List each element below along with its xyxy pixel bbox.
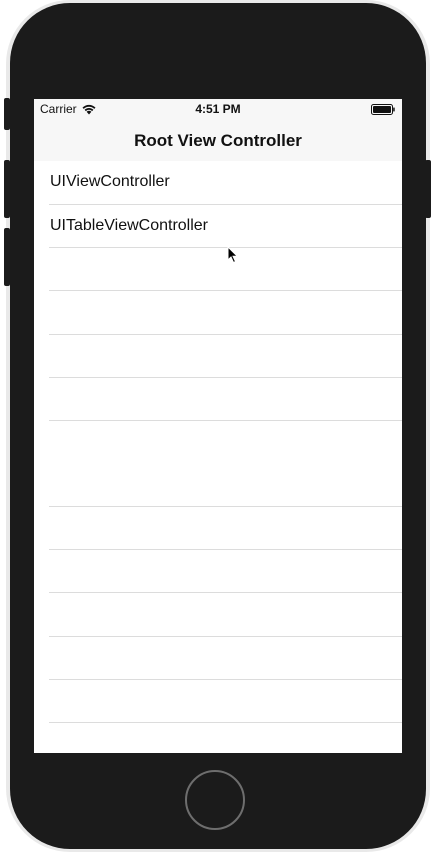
status-time: 4:51 PM <box>195 102 241 116</box>
row-label: UITableViewController <box>50 217 208 234</box>
volume-down-button <box>4 228 10 286</box>
device-frame: Carrier 4:51 PM Root View Controller UIV… <box>0 0 433 854</box>
table-row[interactable]: UIViewController <box>34 161 402 204</box>
row-separator <box>49 722 402 723</box>
table-view[interactable]: UIViewController UITableViewController <box>34 161 402 753</box>
row-separator <box>49 506 402 507</box>
row-label: UIViewController <box>50 173 170 190</box>
row-separator <box>49 290 402 291</box>
row-separator <box>49 247 402 248</box>
home-button[interactable] <box>185 770 245 830</box>
row-separator <box>49 420 402 421</box>
nav-title: Root View Controller <box>134 131 302 150</box>
row-separator <box>49 592 402 593</box>
row-separator <box>49 549 402 550</box>
mouse-pointer-icon <box>227 246 239 264</box>
power-button <box>425 160 431 218</box>
row-separator <box>49 377 402 378</box>
table-row[interactable]: UITableViewController <box>34 205 402 248</box>
battery-icon <box>371 104 395 115</box>
mute-switch <box>4 98 10 130</box>
row-separator <box>49 679 402 680</box>
status-bar: Carrier 4:51 PM <box>34 99 402 119</box>
row-separator <box>49 636 402 637</box>
device-screen: Carrier 4:51 PM Root View Controller UIV… <box>34 99 402 753</box>
navigation-bar: Root View Controller <box>34 119 402 163</box>
volume-up-button <box>4 160 10 218</box>
row-separator <box>49 334 402 335</box>
